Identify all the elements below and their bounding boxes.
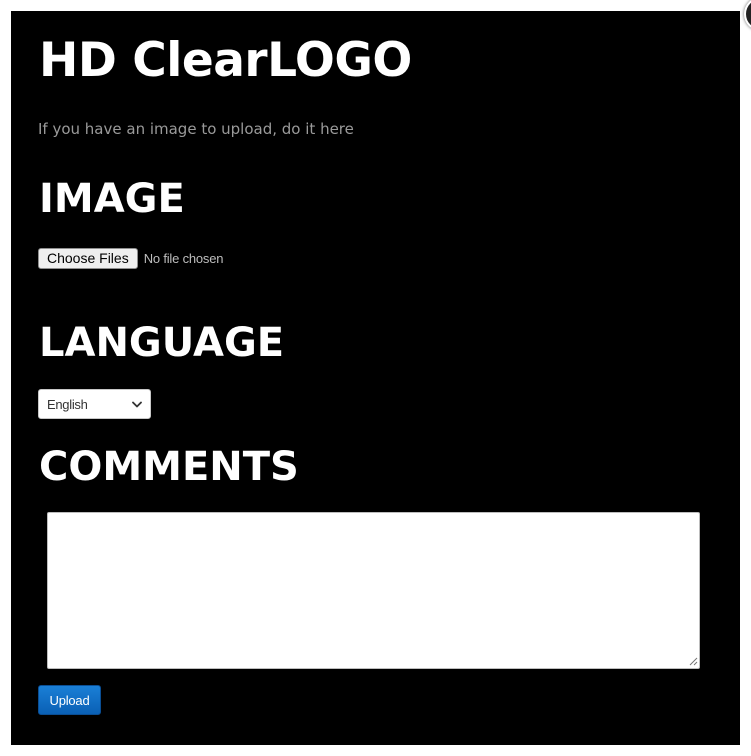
language-heading: LANGUAGE [39,320,285,366]
file-status-text: No file chosen [143,251,224,266]
upload-dialog: × HD ClearLOGO If you have an image to u… [11,0,751,745]
dialog-title: HD ClearLOGO [39,33,412,88]
comments-heading: COMMENTS [39,444,299,490]
image-heading: IMAGE [39,176,185,222]
upload-button[interactable]: Upload [38,685,101,715]
language-selected-value: English [47,396,88,412]
language-select[interactable]: English [38,389,151,419]
chevron-down-icon [132,401,142,407]
close-icon[interactable]: × [744,0,751,31]
choose-files-button[interactable]: Choose Files [38,248,138,269]
comments-textarea[interactable] [47,512,700,669]
dialog-subtitle: If you have an image to upload, do it he… [38,120,354,138]
file-input[interactable]: Choose Files No file chosen [38,248,223,269]
resize-handle-icon[interactable] [689,657,698,666]
